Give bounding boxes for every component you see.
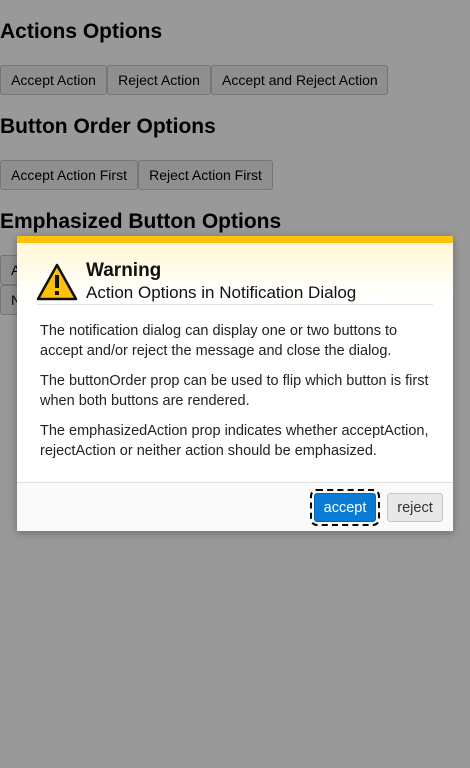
- dialog-paragraph: The notification dialog can display one …: [40, 323, 398, 359]
- warning-stripe: [17, 236, 453, 243]
- dialog-paragraph: The buttonOrder prop can be used to flip…: [40, 373, 429, 409]
- reject-button[interactable]: reject: [387, 493, 443, 522]
- warning-icon: [36, 263, 78, 301]
- dialog-title: Warning: [86, 260, 162, 281]
- dialog-header: Warning Action Options in Notification D…: [17, 243, 453, 302]
- dialog-footer: accept reject: [17, 482, 453, 531]
- dialog-paragraph: The emphasizedAction prop indicates whet…: [40, 423, 429, 459]
- notification-dialog: Warning Action Options in Notification D…: [17, 236, 453, 531]
- dialog-body: The notification dialog can display one …: [40, 321, 432, 471]
- page: Actions Options Accept Action Reject Act…: [0, 0, 470, 768]
- dialog-subtitle: Action Options in Notification Dialog: [86, 283, 357, 302]
- header-divider: [37, 304, 433, 305]
- accept-button[interactable]: accept: [310, 489, 380, 526]
